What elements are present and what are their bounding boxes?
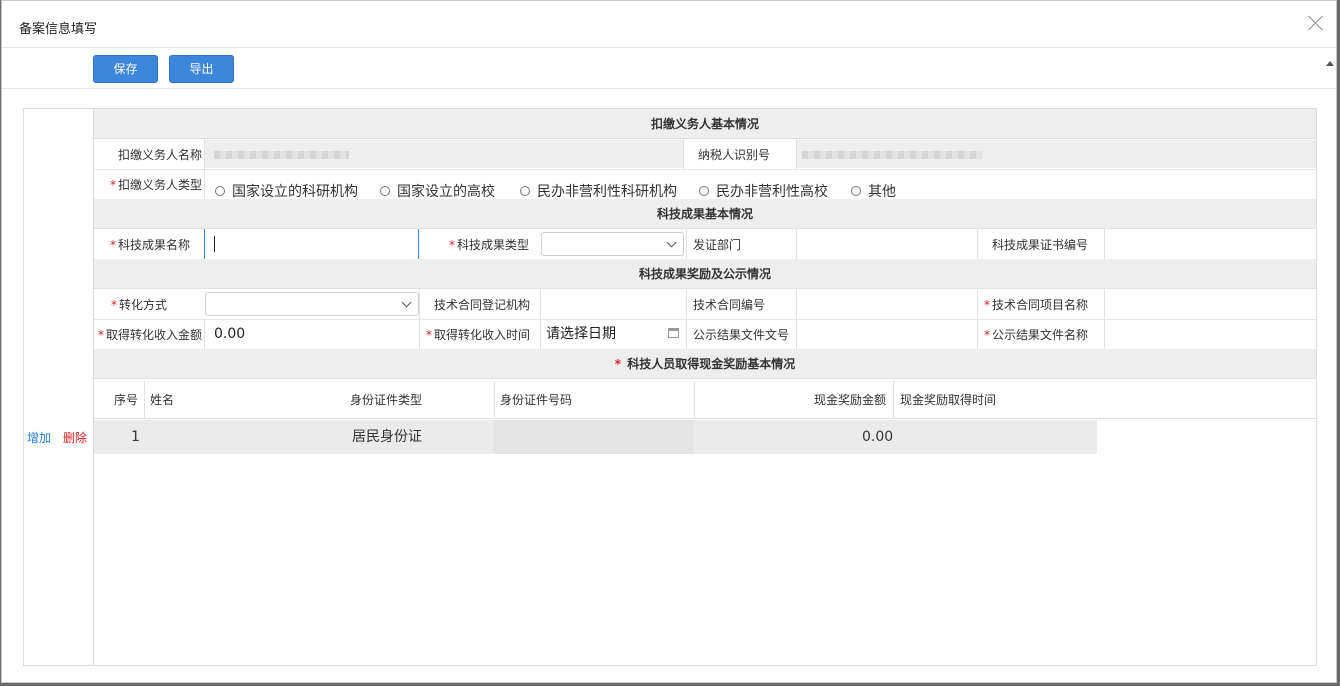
method-select[interactable] bbox=[205, 292, 419, 316]
radio-label: 民办非营利性高校 bbox=[716, 184, 828, 200]
achievement-name-label: * 科技成果名称 bbox=[109, 238, 190, 252]
income-amount-input[interactable]: 0.00 bbox=[214, 321, 414, 347]
delete-row-link[interactable]: 删除 bbox=[63, 429, 87, 446]
payer-type-label: * 扣缴义务人类型 bbox=[109, 178, 202, 192]
achievement-type-select[interactable] bbox=[541, 232, 684, 256]
cert-no-label: 科技成果证书编号 bbox=[991, 238, 1088, 252]
col-time: 现金奖励取得时间 bbox=[900, 393, 997, 407]
row-id-type[interactable]: 居民身份证 bbox=[352, 420, 422, 454]
payer-type-radio-1[interactable]: 国家设立的科研机构 bbox=[215, 184, 358, 202]
calendar-icon[interactable] bbox=[668, 328, 679, 338]
export-button[interactable]: 导出 bbox=[169, 55, 234, 83]
contract-org-input[interactable] bbox=[541, 291, 686, 317]
public-doc-name-input[interactable] bbox=[1105, 321, 1316, 347]
section-reward-public: 科技成果奖励及公示情况 bbox=[94, 259, 1316, 289]
table-row[interactable]: 1 居民身份证 0.00 bbox=[94, 420, 1097, 454]
cert-no-input[interactable] bbox=[1105, 231, 1316, 257]
close-icon[interactable] bbox=[1308, 15, 1324, 31]
staff-table-header: 序号 姓名 身份证件类型 身份证件号码 现金奖励金额 现金奖励取得时间 bbox=[94, 381, 1316, 419]
taxid-redacted bbox=[802, 151, 982, 159]
cert-dept-label: 发证部门 bbox=[693, 238, 742, 252]
dialog-titlebar: 备案信息填写 bbox=[2, 1, 1336, 48]
chevron-down-icon bbox=[666, 237, 677, 248]
radio-label: 国家设立的科研机构 bbox=[232, 184, 358, 200]
public-doc-no-input[interactable] bbox=[797, 321, 977, 347]
income-time-label: * 取得转化收入时间 bbox=[425, 328, 530, 342]
radio-circle-icon bbox=[520, 186, 530, 196]
radio-label: 国家设立的高校 bbox=[397, 184, 495, 200]
radio-circle-icon bbox=[699, 186, 709, 196]
row-index: 1 bbox=[131, 429, 140, 445]
contract-org-label: 技术合同登记机构 bbox=[433, 298, 530, 312]
radio-label: 其他 bbox=[868, 184, 896, 200]
public-doc-no-label: 公示结果文件文号 bbox=[693, 328, 790, 342]
section-achievement-basic: 科技成果基本情况 bbox=[94, 199, 1316, 229]
payer-type-radio-2[interactable]: 国家设立的高校 bbox=[380, 184, 495, 202]
public-doc-name-label: * 公示结果文件名称 bbox=[983, 328, 1088, 342]
row-amount[interactable]: 0.00 bbox=[862, 420, 893, 454]
payer-type-radio-3[interactable]: 民办非营利性科研机构 bbox=[520, 184, 677, 202]
dialog: 备案信息填写 保存 导出 增加 删除 扣缴义务人基本情况 扣缴义务人名称 纳税人… bbox=[1, 0, 1337, 683]
section-staff-reward: * 科技人员取得现金奖励基本情况 bbox=[94, 349, 1316, 379]
contract-no-label: 技术合同编号 bbox=[693, 298, 766, 312]
payer-type-radio-4[interactable]: 民办非营利性高校 bbox=[699, 184, 828, 202]
contract-project-label: * 技术合同项目名称 bbox=[983, 298, 1088, 312]
col-index: 序号 bbox=[114, 393, 139, 407]
text-caret bbox=[214, 236, 215, 252]
dialog-title: 备案信息填写 bbox=[19, 22, 98, 37]
achievement-name-input[interactable] bbox=[206, 231, 418, 257]
income-time-input[interactable]: 请选择日期 bbox=[546, 321, 666, 347]
col-id-type: 身份证件类型 bbox=[350, 393, 423, 407]
save-button[interactable]: 保存 bbox=[93, 55, 158, 83]
radio-circle-icon bbox=[851, 186, 861, 196]
section-payer-basic: 扣缴义务人基本情况 bbox=[94, 109, 1316, 139]
radio-circle-icon bbox=[215, 186, 225, 196]
payer-name-redacted bbox=[214, 151, 349, 159]
toolbar: 保存 导出 bbox=[2, 49, 1336, 89]
row-actions-column: 增加 删除 bbox=[24, 109, 94, 665]
contract-no-input[interactable] bbox=[797, 291, 977, 317]
radio-circle-icon bbox=[380, 186, 390, 196]
achievement-type-label: * 科技成果类型 bbox=[448, 238, 529, 252]
income-amount-label: * 取得转化收入金额 bbox=[97, 328, 202, 342]
required-mark: * bbox=[109, 178, 116, 192]
contract-project-input[interactable] bbox=[1105, 291, 1316, 317]
radio-label: 民办非营利性科研机构 bbox=[537, 184, 677, 200]
col-name: 姓名 bbox=[150, 393, 175, 407]
col-id-no: 身份证件号码 bbox=[500, 393, 573, 407]
payer-type-radio-5[interactable]: 其他 bbox=[851, 184, 896, 202]
method-label: * 转化方式 bbox=[110, 298, 167, 312]
chevron-down-icon bbox=[401, 297, 412, 308]
row-id-no-cell[interactable] bbox=[494, 420, 694, 454]
scroll-up-arrow-icon[interactable] bbox=[1326, 61, 1334, 66]
taxid-label: 纳税人识别号 bbox=[698, 148, 771, 162]
col-amount: 现金奖励金额 bbox=[814, 393, 887, 407]
cert-dept-input[interactable] bbox=[797, 231, 977, 257]
add-row-link[interactable]: 增加 bbox=[27, 429, 51, 446]
payer-name-label: 扣缴义务人名称 bbox=[117, 148, 202, 162]
